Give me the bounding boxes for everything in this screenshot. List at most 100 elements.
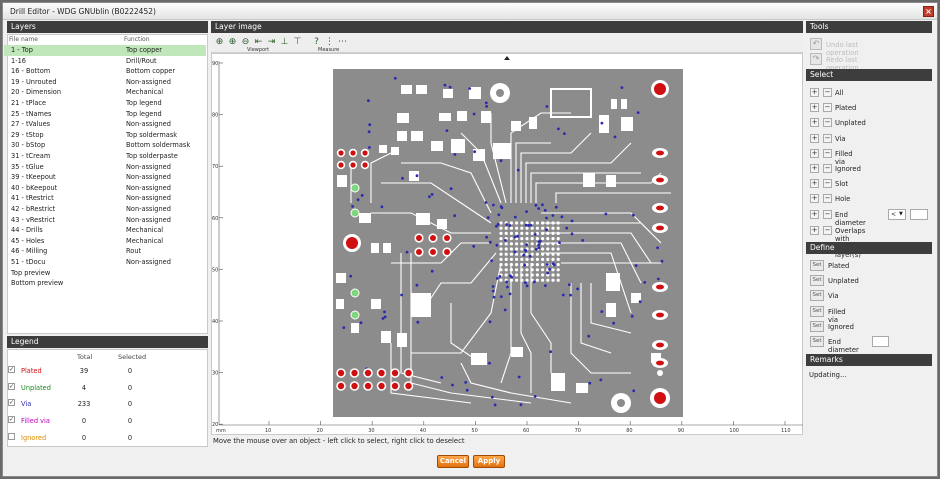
legend-checkbox[interactable]: [8, 432, 15, 440]
layer-row[interactable]: 41 - tRestrict Non-assigned: [4, 193, 206, 204]
layer-name: 1 - Top: [11, 46, 33, 54]
bga-pad: [535, 273, 539, 277]
apply-button[interactable]: Apply: [473, 455, 505, 468]
bga-pad: [520, 268, 524, 272]
via-marker: [545, 216, 548, 220]
via-marker: [464, 381, 468, 384]
select-remove-button[interactable]: −: [823, 133, 832, 143]
layer-row[interactable]: 45 - Holes Mechanical: [4, 236, 206, 247]
layer-row[interactable]: 27 - tValues Non-assigned: [4, 119, 206, 130]
select-item-label: Via: [835, 134, 846, 143]
layer-row[interactable]: 1 - Top Top copper: [4, 45, 206, 56]
via-marker: [561, 293, 565, 297]
undo-label[interactable]: Undo last operation: [826, 41, 859, 57]
fit-up-icon[interactable]: ⊥: [279, 37, 290, 48]
layer-row[interactable]: 51 - tDocu Non-assigned: [4, 257, 206, 268]
undo-icon[interactable]: ↶: [810, 38, 822, 50]
select-remove-button[interactable]: −: [823, 88, 832, 97]
pcb-canvas[interactable]: 10 20 30 40 50 60 70 80 90 100 110 90 80 70 60 50 40 30 2…: [211, 53, 803, 435]
layer-function: Bottom soldermask: [126, 141, 191, 150]
redo-icon[interactable]: ↷: [810, 53, 822, 65]
chevron-down-icon: ▼: [899, 211, 903, 217]
oval-pad: [656, 205, 664, 211]
via-marker: [497, 213, 501, 217]
layer-row[interactable]: 19 - Unrouted Non-assigned: [4, 77, 206, 88]
legend-checkbox[interactable]: ✓: [8, 399, 15, 407]
via-marker: [400, 293, 404, 297]
layer-row[interactable]: 39 - tKeepout Non-assigned: [4, 172, 206, 183]
define-set-button[interactable]: Set: [810, 290, 824, 302]
zoom-in-area-icon[interactable]: ⊕: [227, 37, 238, 48]
select-remove-button[interactable]: −: [823, 103, 832, 113]
zoom-in-icon[interactable]: ⊕: [214, 37, 225, 48]
bga-pad: [520, 278, 524, 282]
select-item-label: Plated: [835, 104, 857, 113]
layer-name: 19 - Unrouted: [11, 77, 57, 86]
bga-pad: [535, 237, 539, 241]
define-item-label: Unplated: [828, 277, 859, 286]
layer-row[interactable]: 16 - Bottom Bottom copper: [4, 66, 206, 77]
layer-row[interactable]: 43 - vRestrict Non-assigned: [4, 215, 206, 226]
layer-row[interactable]: 25 - tNames Top legend: [4, 109, 206, 120]
select-add-end-diameter[interactable]: +: [810, 210, 819, 219]
define-set-button[interactable]: Set: [810, 320, 824, 332]
layer-function: Rout: [126, 247, 142, 256]
select-remove-button[interactable]: −: [823, 118, 832, 128]
layer-row[interactable]: 29 - tStop Top soldermask: [4, 130, 206, 141]
define-set-button[interactable]: Set: [810, 336, 824, 347]
via-marker: [453, 153, 457, 156]
select-add-button[interactable]: +: [810, 133, 819, 143]
select-add-button[interactable]: +: [810, 179, 819, 189]
via-marker: [568, 283, 571, 287]
layer-row[interactable]: 21 - tPlace Top legend: [4, 98, 206, 109]
select-add-button[interactable]: +: [810, 164, 819, 173]
bga-pad: [556, 221, 560, 225]
bga-pad: [546, 221, 550, 225]
bga-pad: [541, 268, 545, 272]
x-tick-label: 90: [678, 428, 684, 434]
layer-row[interactable]: 46 - Milling Rout: [4, 246, 206, 257]
layer-row[interactable]: 30 - bStop Bottom soldermask: [4, 140, 206, 151]
layer-row[interactable]: Bottom preview: [4, 278, 206, 289]
fit-down-icon[interactable]: ⊤: [292, 37, 303, 48]
legend-checkbox[interactable]: ✓: [8, 416, 15, 424]
select-add-button[interactable]: +: [810, 118, 819, 128]
select-remove-button[interactable]: −: [823, 148, 832, 158]
layer-row[interactable]: 44 - Drills Mechanical: [4, 225, 206, 236]
layer-row[interactable]: 20 - Dimension Mechanical: [4, 87, 206, 98]
close-icon[interactable]: ×: [923, 6, 934, 17]
plated-pad: [444, 249, 450, 255]
legend-checkbox[interactable]: ✓: [8, 366, 15, 373]
select-add-button[interactable]: +: [810, 148, 819, 158]
select-add-button[interactable]: +: [810, 88, 819, 97]
end-diameter-operator-select[interactable]: <: [888, 209, 906, 220]
legend-name: Unplated: [21, 383, 51, 392]
via-marker: [545, 263, 549, 266]
layer-row[interactable]: 35 - tGlue Non-assigned: [4, 162, 206, 173]
select-add-button[interactable]: +: [810, 103, 819, 113]
end-diameter-input[interactable]: [910, 209, 928, 220]
select-remove-overlaps[interactable]: −: [823, 226, 832, 235]
layer-row[interactable]: 31 - tCream Top solderpaste: [4, 151, 206, 162]
cancel-button[interactable]: Cancel: [437, 455, 469, 468]
select-add-button[interactable]: +: [810, 194, 819, 204]
select-remove-button[interactable]: −: [823, 164, 832, 173]
define-set-button[interactable]: Set: [810, 260, 824, 271]
define-end-diameter-input[interactable]: [872, 336, 889, 347]
via-marker: [383, 315, 387, 319]
legend-checkbox[interactable]: ✓: [8, 382, 15, 390]
layer-row[interactable]: 42 - bRestrict Non-assigned: [4, 204, 206, 215]
bga-pad: [499, 278, 503, 282]
via-marker: [513, 215, 517, 219]
via-marker: [430, 193, 434, 196]
layer-row[interactable]: Top preview: [4, 268, 206, 279]
define-set-button[interactable]: Set: [810, 275, 824, 287]
layer-row[interactable]: 1-16 Drill/Rout: [4, 56, 206, 67]
layer-row[interactable]: 40 - bKeepout Non-assigned: [4, 183, 206, 194]
select-remove-button[interactable]: −: [823, 179, 832, 189]
x-tick-label: 70: [575, 428, 581, 434]
define-set-button[interactable]: Set: [810, 305, 824, 317]
select-remove-button[interactable]: −: [823, 194, 832, 204]
select-remove-end-diameter[interactable]: −: [823, 210, 832, 219]
select-add-overlaps[interactable]: +: [810, 226, 819, 235]
